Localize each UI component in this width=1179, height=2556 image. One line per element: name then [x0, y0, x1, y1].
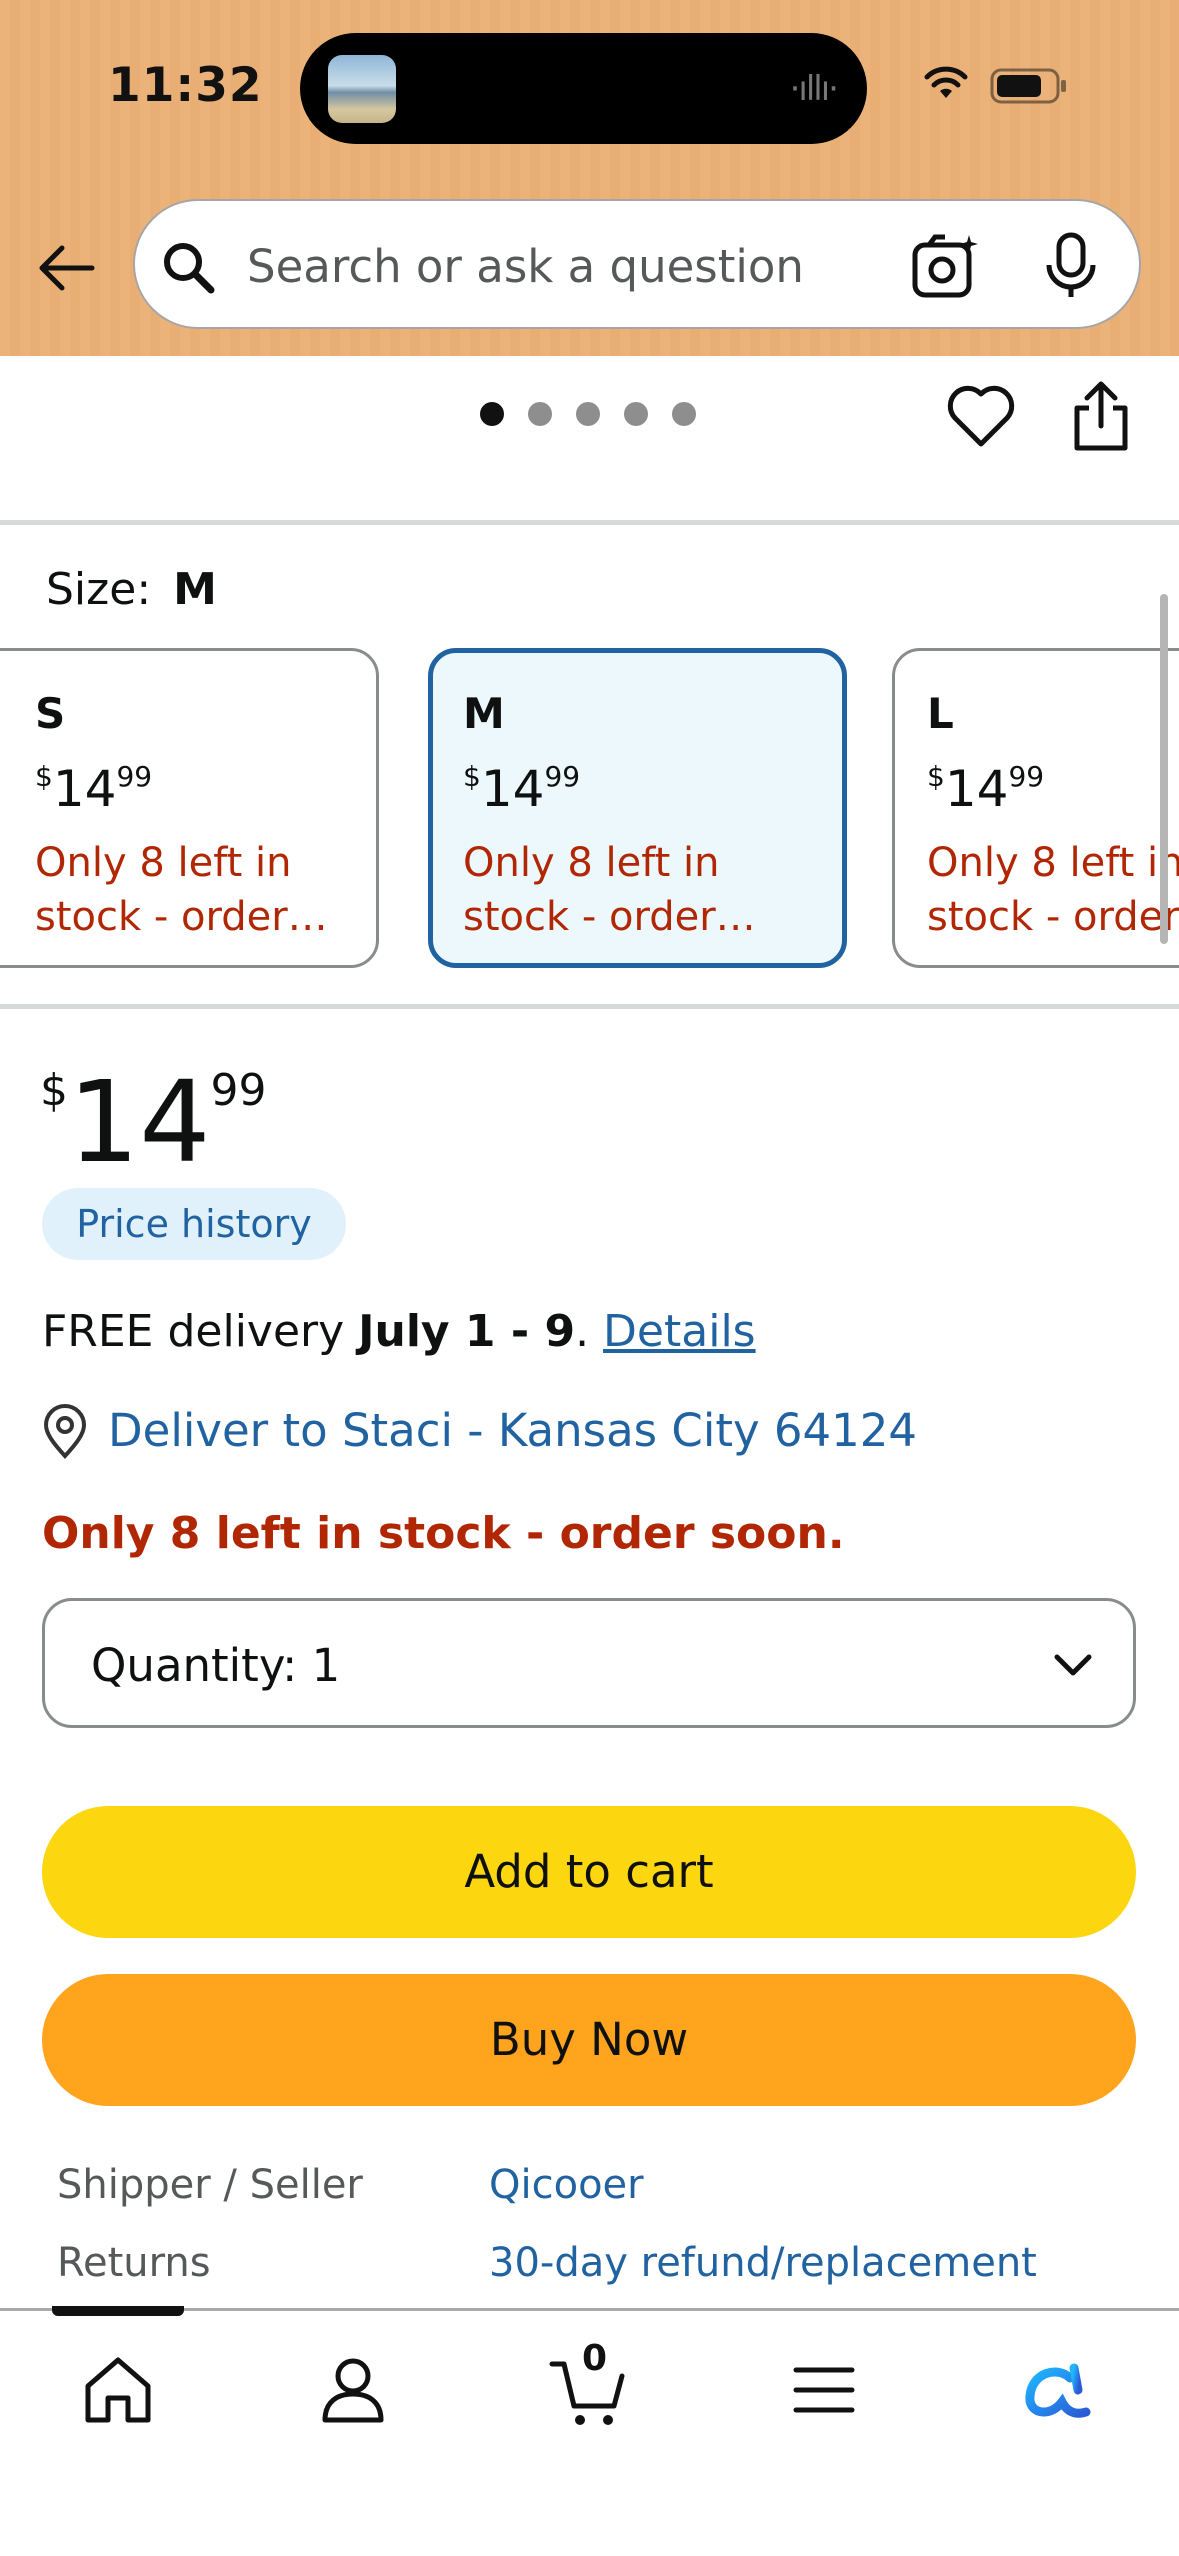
back-arrow-icon[interactable] [36, 238, 96, 298]
carousel-dot[interactable] [480, 402, 504, 426]
delivery-details-link[interactable]: Details [603, 1306, 756, 1357]
battery-icon [990, 68, 1066, 104]
add-to-cart-button[interactable]: Add to cart [42, 1806, 1136, 1938]
product-price: $1499 [40, 1058, 267, 1188]
section-divider [0, 520, 1179, 525]
active-tab-indicator [52, 2306, 184, 2316]
delivery-suffix: . [575, 1306, 604, 1357]
heart-icon[interactable] [945, 380, 1017, 452]
quantity-label: Quantity: 1 [91, 1639, 341, 1692]
carousel-dot[interactable] [528, 402, 552, 426]
info-key-shipper: Shipper / Seller [57, 2162, 363, 2208]
delivery-dates: July 1 - 9 [358, 1306, 576, 1357]
status-time: 11:32 [108, 58, 263, 113]
chevron-down-icon [1054, 1654, 1092, 1676]
price-currency: $ [40, 1065, 68, 1116]
home-icon[interactable] [78, 2350, 158, 2430]
microphone-icon[interactable] [1041, 231, 1101, 301]
carousel-dot[interactable] [576, 402, 600, 426]
size-option-price: $1499 [35, 760, 153, 818]
search-icon [164, 243, 215, 294]
search-bar[interactable] [133, 199, 1141, 329]
carousel-dot[interactable] [672, 402, 696, 426]
delivery-info: FREE delivery July 1 - 9. Details [42, 1306, 756, 1357]
location-pin-icon [43, 1404, 87, 1459]
size-option-s[interactable]: S $1499 Only 8 left in stock - order… [0, 648, 379, 968]
header: 11:32 ·ıllı· [0, 0, 1179, 356]
size-label: Size: M [46, 564, 217, 615]
size-selected-value: M [173, 564, 217, 615]
quantity-select[interactable]: Quantity: 1 [42, 1598, 1136, 1728]
rufus-icon[interactable] [1018, 2350, 1098, 2430]
menu-icon[interactable] [784, 2350, 864, 2430]
seller-link[interactable]: Qicooer [489, 2162, 644, 2208]
buy-now-button[interactable]: Buy Now [42, 1974, 1136, 2106]
quantity-value: 1 [311, 1639, 341, 1692]
deliver-to-link[interactable]: Deliver to Staci - Kansas City 64124 [108, 1404, 917, 1457]
size-option-l[interactable]: L $1499 Only 8 left instock - order… [892, 648, 1179, 968]
delivery-prefix: FREE delivery [42, 1306, 359, 1357]
size-option-price: $1499 [927, 760, 1045, 818]
info-key-returns: Returns [57, 2240, 211, 2286]
size-option-stock: Only 8 left instock - order… [927, 840, 1179, 940]
section-divider [0, 1004, 1179, 1009]
price-history-button[interactable]: Price history [42, 1188, 346, 1260]
share-icon[interactable] [1069, 378, 1133, 454]
cart-count-badge: 0 [582, 2338, 608, 2379]
size-option-price: $1499 [463, 760, 581, 818]
size-label-text: Size: [46, 564, 152, 615]
dynamic-island[interactable]: ·ıllı· [300, 33, 867, 144]
wifi-icon [924, 66, 968, 98]
size-option-stock: Only 8 left instock - order… [35, 840, 328, 940]
size-option-name: M [463, 689, 505, 738]
now-playing-thumbnail [328, 55, 396, 123]
account-icon[interactable] [313, 2350, 393, 2430]
image-carousel-dots[interactable] [480, 402, 696, 426]
camera-lens-icon[interactable] [911, 231, 981, 301]
size-option-name: L [927, 689, 954, 738]
size-option-m[interactable]: M $1499 Only 8 left in stock - order… [428, 648, 847, 968]
price-whole: 14 [68, 1058, 211, 1188]
search-input[interactable] [247, 231, 887, 301]
audio-wave-icon: ·ıllı· [789, 69, 839, 109]
size-option-stock: Only 8 left instock - order… [463, 840, 756, 940]
scrollbar[interactable] [1160, 594, 1168, 944]
size-option-name: S [35, 689, 66, 738]
stock-message: Only 8 left in stock - order soon. [42, 1508, 845, 1559]
price-fraction: 99 [210, 1065, 267, 1116]
carousel-dot[interactable] [624, 402, 648, 426]
returns-link[interactable]: 30-day refund/replacement [489, 2240, 1037, 2286]
